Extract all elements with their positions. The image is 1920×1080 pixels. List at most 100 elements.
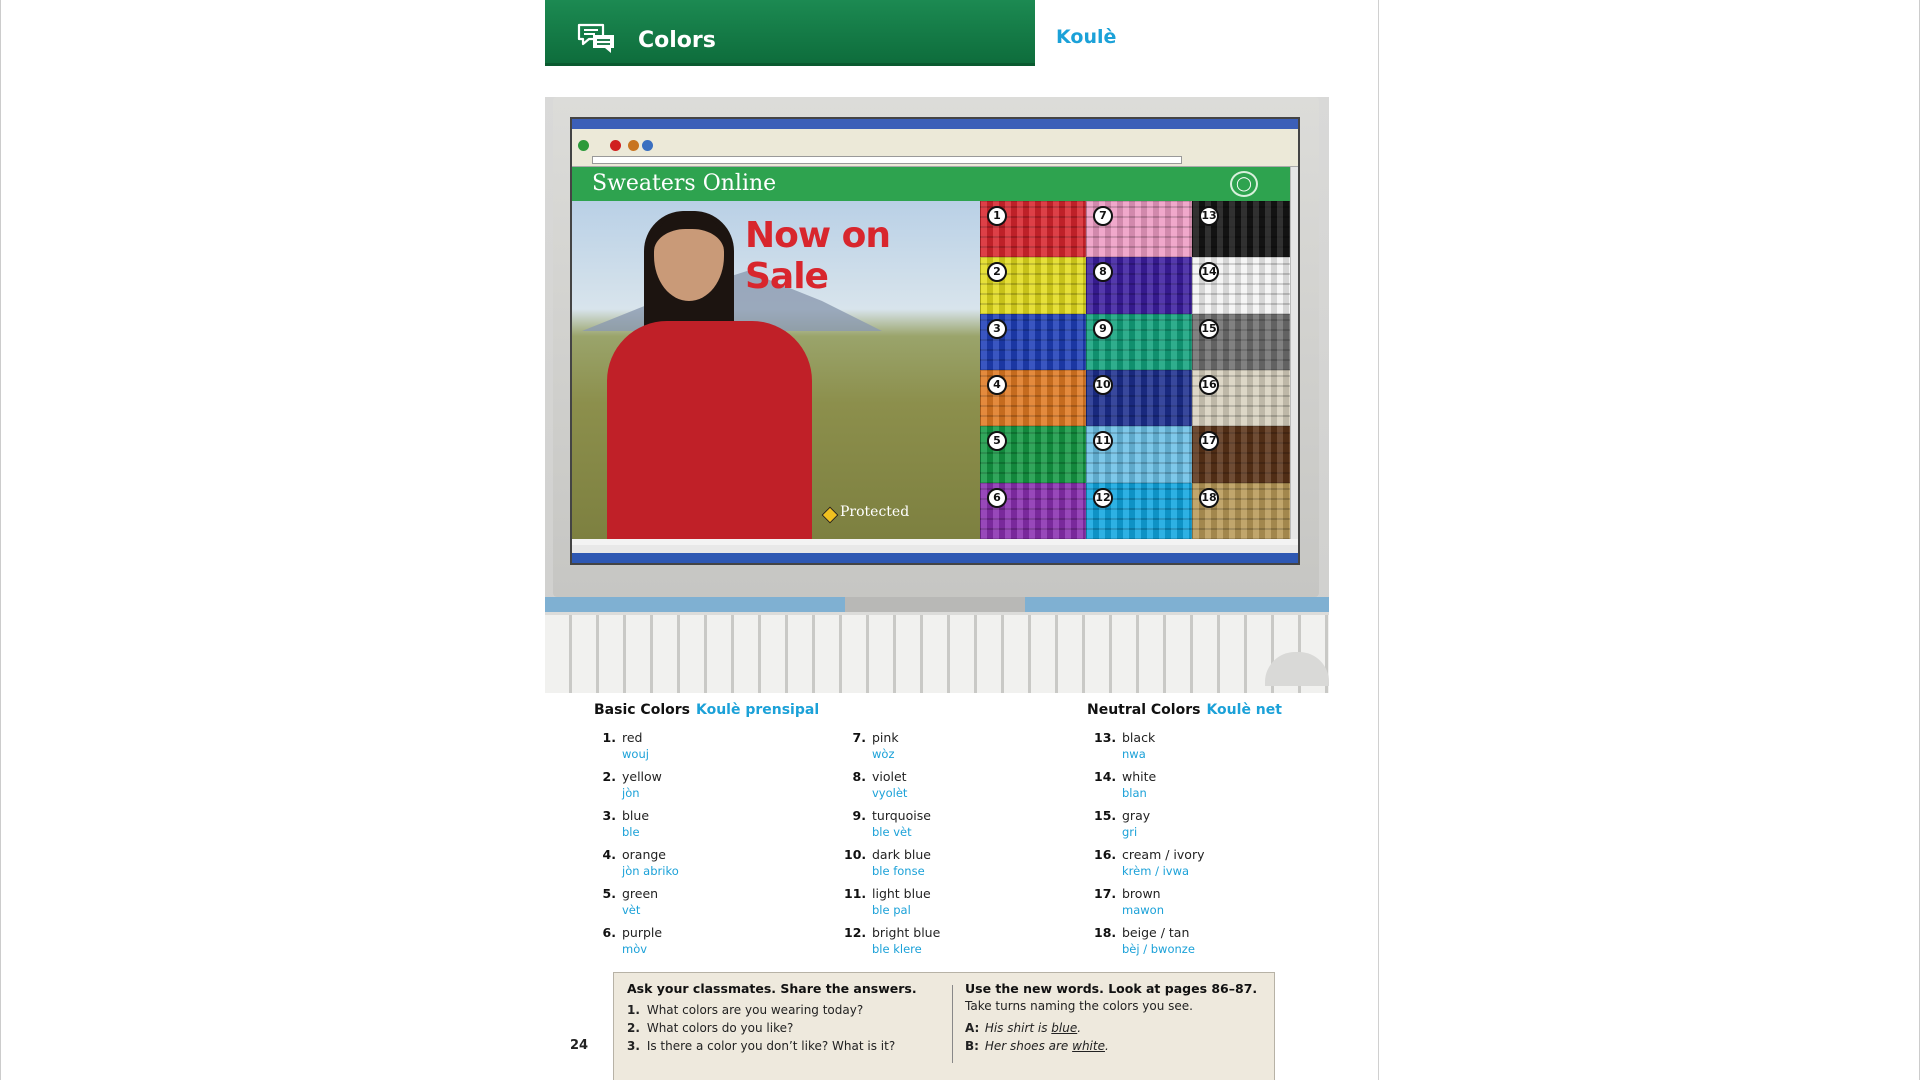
vocab-word: orange [622,847,666,862]
swatch-number: 6 [987,487,1007,508]
vocab-translation: wouj [622,747,649,761]
document-viewer: Colors Koulè Sweaters Online ◯ Now on Sa… [0,0,1920,1080]
vocab-word: blue [622,808,650,823]
taskbar [572,553,1298,563]
vocab-item: 15. gray gri [1094,808,1324,847]
vocab-word: light blue [872,886,931,901]
vocab-item: 4. orange jòn abriko [594,847,824,886]
swatch-number: 7 [1093,206,1113,226]
stop-icon [610,140,621,151]
browser-scrollbar [1290,167,1298,539]
vocab-item: 3. blue ble [594,808,824,847]
vocab-translation: blan [1122,786,1147,800]
vocab-number: 9. [852,808,866,823]
vocab-item: 14. white blan [1094,769,1324,808]
vocab-translation: krèm / ivwa [1122,864,1190,878]
vocab-item: 12. bright blue ble klere [844,925,1074,964]
page-number: 24 [570,1038,589,1053]
activity-divider [952,985,953,1063]
vocab-translation: vyolèt [872,786,908,800]
vocab-number: 15. [1094,808,1117,823]
vocab-number: 12. [844,925,867,940]
page-edge-right [1378,0,1379,1080]
dialog-text: Her shoes are [984,1039,1073,1053]
dialog-text: His shirt is [984,1021,1052,1035]
swatch-number: 13 [1199,206,1219,226]
neutral-colors-title: Neutral Colors [1087,702,1201,718]
vocab-translation: mòv [622,942,648,956]
vocab-column-3: 13. black nwa 14. white blan 15. gray gri 16. crea… [1094,730,1324,964]
vocab-number: 4. [602,847,616,862]
swatch-number: 14 [1199,262,1219,283]
dialog-line-b: B: Her shoes are white. [965,1039,1109,1053]
vocab-word: red [622,730,643,745]
swatch-number: 15 [1199,318,1219,339]
sweater-swatch: 12 [1086,482,1192,539]
vocab-number: 13. [1094,730,1117,745]
sweater-swatch: 7 [1086,201,1192,258]
sweater-swatch: 3 [980,313,1086,370]
vocab-column-1: 1. red wouj 2. yellow jòn 3. blue ble 4. orange jòn… [594,730,824,964]
question-number: 2. [627,1021,640,1035]
question-2: 2. What colors do you like? [627,1021,793,1035]
swatch-number: 16 [1199,374,1219,395]
dialog-line-a: A: His shirt is blue. [965,1021,1081,1035]
swatch-number: 17 [1199,431,1219,452]
vocab-translation: vèt [622,903,641,917]
swatch-number: 2 [987,262,1007,283]
sweater-swatch-grid: 1 2 3 4 5 6 7 8 9 10 11 12 13 14 15 16 17 18 [980,201,1298,539]
vocab-translation: ble [622,825,640,839]
vocab-translation: jòn [622,786,640,800]
swatch-number: 9 [1093,318,1113,339]
vocab-number: 1. [602,730,616,745]
vocab-word: beige / tan [1122,925,1190,940]
vocab-item: 18. beige / tan bèj / bwonze [1094,925,1324,964]
vocab-translation: ble vèt [872,825,912,839]
sweater-swatch: 9 [1086,313,1192,370]
vocab-word: violet [872,769,907,784]
vocab-translation: nwa [1122,747,1146,761]
question-3: 3. Is there a color you don’t like? What… [627,1039,895,1053]
vocab-translation: ble pal [872,903,911,917]
computer-photo: Sweaters Online ◯ Now on Sale Protected … [545,97,1329,693]
neutral-colors-heading: Neutral Colors Koulè net [1087,702,1282,718]
sweater-swatch: 17 [1192,426,1298,483]
vocab-number: 11. [844,886,867,901]
question-number: 1. [627,1003,640,1017]
model-photo: Now on Sale Protected [572,201,980,539]
swatch-number: 12 [1093,487,1113,508]
sweater-swatch: 16 [1192,369,1298,427]
vocab-translation: jòn abriko [622,864,679,878]
vocab-item: 7. pink wòz [844,730,1074,769]
vocab-number: 18. [1094,925,1117,940]
vocab-word: purple [622,925,663,940]
dialog-word: blue [1051,1021,1078,1035]
sweater-swatch: 15 [1192,313,1298,370]
basic-colors-translation: Koulè prensipal [695,702,820,718]
question-number: 3. [627,1039,640,1053]
vocab-word: yellow [622,769,662,784]
header-bar: Colors [545,0,1035,66]
protected-label: Protected [840,504,910,520]
sweater-swatch: 1 [980,201,1086,258]
sweater-swatch: 18 [1192,482,1298,539]
vocab-word: pink [872,730,899,745]
vocab-translation: ble klere [872,942,922,956]
question-text: What colors are you wearing today? [646,1003,864,1017]
browser-status-bar [572,545,1298,553]
monitor-screen: Sweaters Online ◯ Now on Sale Protected … [570,117,1300,565]
dialog-speaker: A: [965,1021,980,1035]
vocab-number: 6. [602,925,616,940]
vocab-word: black [1122,730,1156,745]
vocab-word: brown [1122,886,1161,901]
page-title-translation: Koulè [1056,26,1117,48]
model-red-sweater [607,321,812,539]
vocab-number: 14. [1094,769,1117,784]
refresh-icon [642,140,653,151]
shopping-cart-icon: ◯ [1230,171,1258,197]
page-title: Colors [638,28,716,53]
site-header: Sweaters Online ◯ [572,167,1298,201]
activity-box: Ask your classmates. Share the answers. … [613,972,1275,1080]
basic-colors-title: Basic Colors [594,702,690,718]
swatch-number: 10 [1093,374,1113,395]
